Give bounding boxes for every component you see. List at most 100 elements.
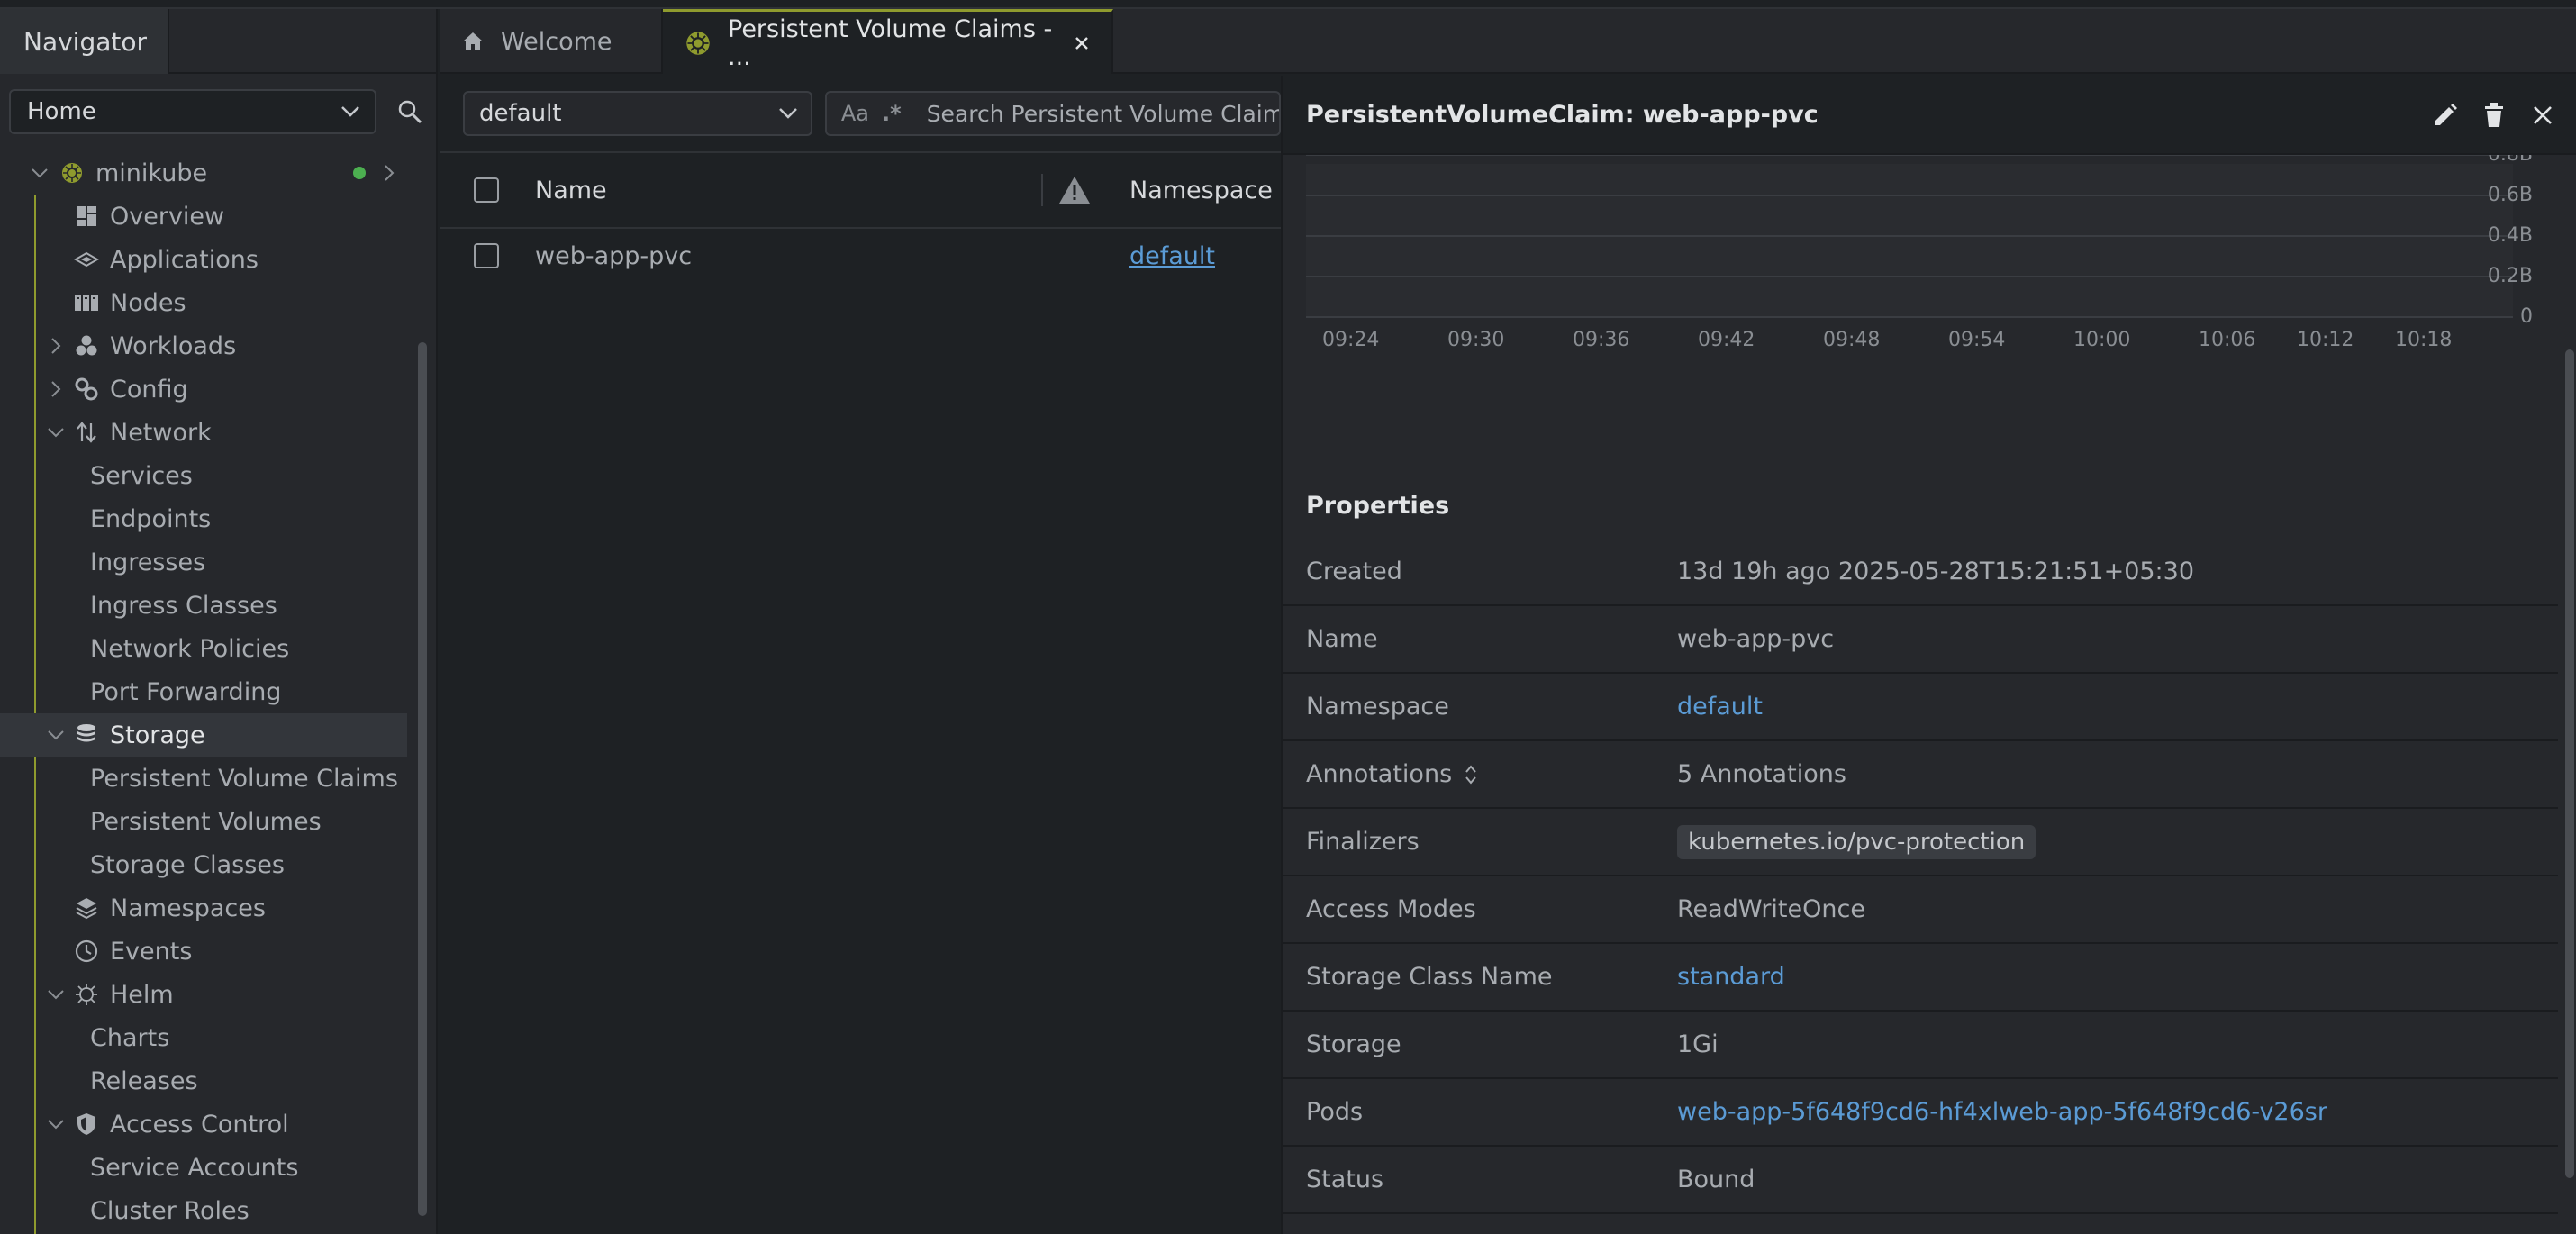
kube-icon: [59, 160, 85, 186]
search-button[interactable]: [387, 89, 432, 134]
sidebar-item-ingresses[interactable]: Ingresses: [0, 540, 423, 584]
navigator-tab[interactable]: Navigator: [0, 9, 169, 74]
close-icon[interactable]: [2527, 97, 2558, 133]
property-key: Access Modes: [1306, 895, 1476, 923]
chevron-down-icon: [340, 105, 360, 118]
sidebar-item-workloads[interactable]: Workloads: [0, 324, 423, 367]
details-header: PersistentVolumeClaim: web-app-pvc: [1283, 76, 2576, 155]
chevron-down-icon[interactable]: [45, 422, 67, 443]
sidebar-item-persistent-volume-claims[interactable]: Persistent Volume Claims: [0, 757, 423, 800]
sidebar-item-label: Storage: [110, 721, 205, 749]
sidebar-item-network-policies[interactable]: Network Policies: [0, 627, 423, 670]
chevron-right-icon[interactable]: [45, 378, 67, 400]
sidebar-item-releases[interactable]: Releases: [0, 1059, 423, 1102]
storage-icon: [74, 722, 99, 748]
sidebar-item-overview[interactable]: Overview: [0, 195, 423, 238]
column-divider[interactable]: [1041, 174, 1043, 206]
property-finalizers: Finalizers kubernetes.io/pvc-protection: [1283, 809, 2558, 876]
property-access-modes: Access Modes ReadWriteOnce: [1283, 876, 2558, 944]
sidebar-item-service-accounts[interactable]: Service Accounts: [0, 1146, 423, 1189]
chart-x-tick-label: 09:54: [1948, 329, 2005, 351]
namespace-link[interactable]: default: [1677, 693, 1763, 721]
property-value: web-app-pvc: [1677, 625, 1835, 653]
pods-link[interactable]: web-app-5f648f9cd6-hf4xlweb-app-5f648f9c…: [1677, 1098, 2327, 1126]
select-all-checkbox[interactable]: [474, 177, 499, 203]
chevron-right-icon[interactable]: [45, 335, 67, 357]
table-row[interactable]: web-app-pvc default: [440, 229, 1281, 283]
properties-title: Properties: [1306, 492, 1450, 520]
sidebar-item-label: Network Policies: [90, 634, 290, 663]
sidebar-item-label: Service Accounts: [90, 1153, 299, 1182]
property-key: Status: [1306, 1166, 1384, 1193]
sidebar-item-namespaces[interactable]: Namespaces: [0, 886, 423, 930]
sidebar-item-access-control[interactable]: Access Control: [0, 1102, 423, 1146]
chevron-right-icon[interactable]: [378, 162, 400, 184]
sidebar-item-label: Overview: [110, 202, 225, 231]
sidebar-item-events[interactable]: Events: [0, 930, 423, 973]
home-icon: [461, 31, 485, 52]
sidebar-item-charts[interactable]: Charts: [0, 1016, 423, 1059]
chevron-down-icon[interactable]: [45, 1113, 67, 1135]
regex-icon[interactable]: .*: [882, 101, 902, 126]
sidebar-item-label: Workloads: [110, 331, 237, 360]
delete-icon[interactable]: [2479, 97, 2509, 133]
expand-toggle-icon[interactable]: [1465, 763, 1477, 786]
chart-plot-area: [1306, 164, 2513, 317]
home-select-value: Home: [27, 98, 96, 125]
property-value: 13d 19h ago 2025-05-28T15:21:51+05:30: [1677, 558, 2195, 585]
sidebar-item-label: Ingress Classes: [90, 591, 277, 620]
chevron-down-icon[interactable]: [29, 162, 50, 184]
sidebar-item-network[interactable]: Network: [0, 411, 423, 454]
sidebar-item-port-forwarding[interactable]: Port Forwarding: [0, 670, 423, 713]
property-value: Bound: [1677, 1166, 1755, 1193]
applications-icon: [74, 247, 99, 272]
property-key: Created: [1306, 558, 1402, 585]
sidebar-item-label: Network: [110, 418, 212, 447]
close-icon[interactable]: [1074, 35, 1090, 51]
details-scrollbar[interactable]: [2565, 349, 2574, 1178]
chevron-down-icon[interactable]: [45, 724, 67, 746]
sidebar-item-applications[interactable]: Applications: [0, 238, 423, 281]
property-annotations[interactable]: Annotations 5 Annotations: [1283, 741, 2558, 809]
property-key: Finalizers: [1306, 828, 1420, 856]
chart-x-tick-label: 09:24: [1322, 329, 1379, 351]
column-header-namespace[interactable]: Namespace: [1129, 177, 1273, 204]
sidebar-item-storage-classes[interactable]: Storage Classes: [0, 843, 423, 886]
namespaces-icon: [74, 895, 99, 921]
sidebar-item-persistent-volumes[interactable]: Persistent Volumes: [0, 800, 423, 843]
search-input[interactable]: Aa .* Search Persistent Volume Claims...: [824, 91, 1281, 136]
storage-class-link[interactable]: standard: [1677, 963, 1785, 991]
home-select[interactable]: Home: [9, 89, 376, 134]
cluster-label: minikube: [95, 159, 208, 187]
sidebar-item-ingress-classes[interactable]: Ingress Classes: [0, 584, 423, 627]
row-namespace-link[interactable]: default: [1129, 242, 1215, 270]
sidebar-item-cluster-roles[interactable]: Cluster Roles: [0, 1189, 423, 1232]
row-checkbox[interactable]: [474, 243, 499, 268]
sidebar-item-services[interactable]: Services: [0, 454, 423, 497]
column-header-name[interactable]: Name: [535, 177, 607, 204]
sidebar-item-label: Port Forwarding: [90, 677, 282, 706]
property-storage: Storage 1Gi: [1283, 1012, 2558, 1079]
property-namespace: Namespace default: [1283, 674, 2558, 741]
sidebar-item-nodes[interactable]: Nodes: [0, 281, 423, 324]
edit-icon[interactable]: [2430, 97, 2461, 133]
cluster-item-minikube[interactable]: minikube: [0, 151, 423, 195]
namespace-select[interactable]: default: [463, 91, 812, 136]
details-title: PersistentVolumeClaim: web-app-pvc: [1306, 100, 1819, 129]
helm-icon: [74, 982, 99, 1007]
sidebar-item-storage[interactable]: Storage: [0, 713, 407, 757]
sidebar-item-config[interactable]: Config: [0, 367, 423, 411]
list-toolbar: default Aa .* Search Persistent Volume C…: [440, 76, 1281, 153]
sidebar-scrollbar[interactable]: [418, 342, 427, 1216]
sidebar-item-endpoints[interactable]: Endpoints: [0, 497, 423, 540]
chart-y-tick-label: 0.2B: [2488, 265, 2533, 287]
chevron-down-icon[interactable]: [45, 984, 67, 1005]
sidebar-item-helm[interactable]: Helm: [0, 973, 423, 1016]
chart-x-tick-label: 10:00: [2073, 329, 2130, 351]
chart-y-tick-label: 0.8B: [2488, 155, 2533, 166]
tab-persistent-volume-claims[interactable]: Persistent Volume Claims - ...: [663, 9, 1113, 74]
property-storage-class-name: Storage Class Name standard: [1283, 944, 2558, 1012]
match-case-icon[interactable]: Aa: [841, 101, 869, 126]
sidebar-item-label: Persistent Volumes: [90, 807, 322, 836]
tab-welcome[interactable]: Welcome: [440, 9, 663, 74]
